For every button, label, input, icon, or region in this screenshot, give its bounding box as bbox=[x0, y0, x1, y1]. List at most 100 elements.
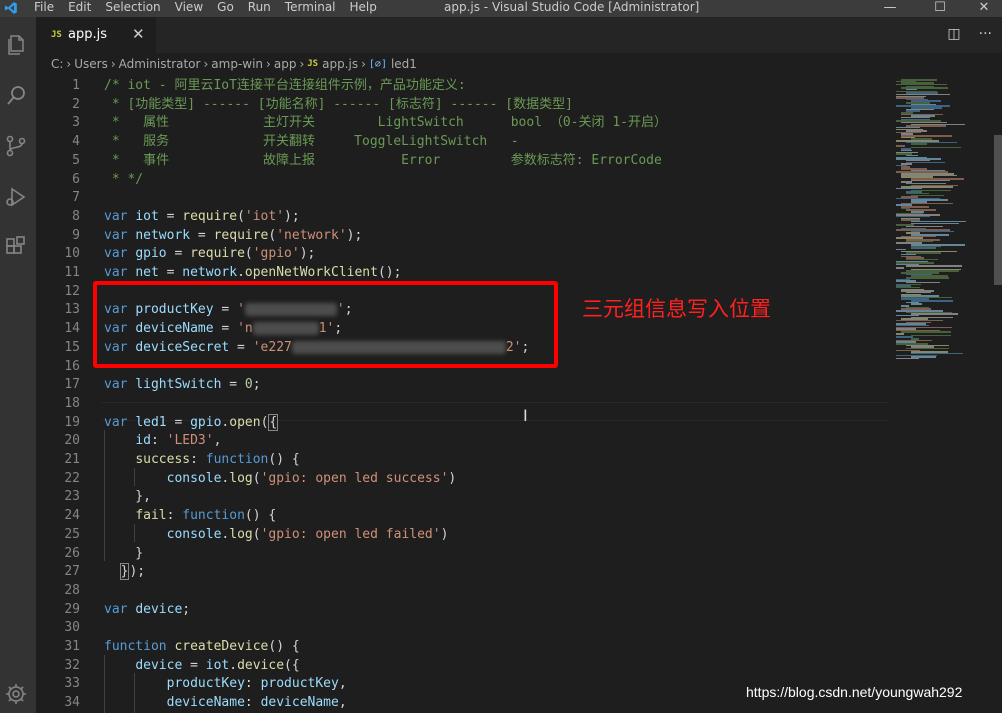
activity-bar bbox=[0, 17, 36, 713]
code-line[interactable]: 7 bbox=[36, 189, 892, 208]
code-line[interactable]: 26 } bbox=[36, 545, 892, 564]
minimap-line bbox=[911, 247, 936, 249]
code-token: * 服务 开关翻转 ToggleLightSwitch - bbox=[104, 134, 519, 150]
menu-file[interactable]: File bbox=[34, 0, 68, 17]
breadcrumb-amp-win[interactable]: amp-win bbox=[211, 57, 263, 71]
scrollbar-thumb[interactable] bbox=[994, 135, 1002, 285]
code-token: createDevice bbox=[174, 639, 269, 654]
breadcrumb-users[interactable]: Users bbox=[74, 57, 108, 71]
code-line[interactable]: 19 var led1 = gpio.open({ bbox=[36, 413, 892, 433]
code-token: () { bbox=[268, 639, 300, 654]
code-token: console bbox=[166, 470, 222, 486]
code-token: require bbox=[190, 246, 245, 262]
manage-gear-icon[interactable] bbox=[4, 682, 28, 706]
line-number: 10 bbox=[64, 246, 80, 262]
code-line[interactable]: 17 var lightSwitch = 0; bbox=[36, 376, 892, 395]
minimap-line bbox=[896, 333, 904, 335]
menu-edit[interactable]: Edit bbox=[68, 0, 105, 17]
code-token: lightSwitch bbox=[135, 377, 222, 393]
code-line[interactable]: 28 bbox=[36, 582, 892, 601]
code-line[interactable]: 31 function createDevice() { bbox=[36, 638, 892, 657]
menu-view[interactable]: View bbox=[175, 0, 217, 17]
breadcrumb-drive[interactable]: C: bbox=[51, 57, 63, 71]
code-token: = bbox=[221, 377, 245, 393]
code-token: openNetWorkClient bbox=[244, 265, 378, 280]
menu-terminal[interactable]: Terminal bbox=[285, 0, 350, 17]
code-line[interactable]: 29 var device; bbox=[36, 601, 892, 620]
code-line[interactable]: 18 bbox=[36, 395, 892, 414]
breadcrumb-administrator[interactable]: Administrator bbox=[119, 57, 201, 71]
code-line[interactable]: 1 /* iot - 阿里云IoT连接平台连接组件示例，产品功能定义: bbox=[36, 77, 892, 96]
code-token: . bbox=[229, 657, 238, 673]
code-token: log bbox=[229, 470, 253, 486]
vertical-scrollbar[interactable] bbox=[992, 75, 1002, 713]
close-window-button[interactable]: ✕ bbox=[960, 0, 1002, 17]
code-line[interactable]: 9 var network = require('network'); bbox=[36, 227, 892, 246]
menu-help[interactable]: Help bbox=[350, 0, 391, 17]
code-token: ( bbox=[252, 470, 261, 486]
breadcrumb-app[interactable]: app bbox=[274, 57, 297, 71]
code-line[interactable]: 4 * 服务 开关翻转 ToggleLightSwitch - bbox=[36, 133, 892, 152]
line-number: 12 bbox=[64, 283, 80, 299]
split-editor-icon[interactable]: ◫ bbox=[947, 26, 960, 42]
code-token: : bbox=[190, 452, 206, 467]
minimize-button[interactable]: — bbox=[866, 0, 914, 17]
tab-close-icon[interactable]: ✕ bbox=[132, 25, 145, 43]
code-line[interactable]: 30 bbox=[36, 619, 892, 638]
code-token: ) bbox=[448, 470, 457, 486]
code-text: function createDevice() { bbox=[104, 638, 300, 657]
code-editor[interactable]: I 1/* iot - 阿里云IoT连接平台连接组件示例，产品功能定义: 2 * … bbox=[36, 75, 892, 713]
code-token: require bbox=[182, 208, 238, 224]
line-number: 9 bbox=[72, 227, 80, 243]
menu-run[interactable]: Run bbox=[248, 0, 285, 17]
code-line[interactable]: 21 success: function() { bbox=[36, 451, 892, 470]
extensions-icon[interactable] bbox=[4, 235, 28, 259]
code-line[interactable]: 27 }); bbox=[36, 563, 892, 582]
minimap-line bbox=[896, 267, 904, 269]
minimap-line bbox=[911, 179, 950, 182]
search-icon[interactable] bbox=[4, 84, 28, 108]
tab-app-js[interactable]: JS app.js ✕ bbox=[36, 17, 156, 53]
code-line[interactable]: 23 }, bbox=[36, 488, 892, 507]
line-number: 27 bbox=[64, 564, 80, 580]
minimap[interactable] bbox=[892, 75, 988, 713]
code-line[interactable]: 22 console.log('gpio: open led success') bbox=[36, 470, 892, 489]
source-control-icon[interactable] bbox=[4, 134, 28, 158]
line-number: 33 bbox=[64, 676, 80, 692]
code-token: * 属性 主灯开关 LightSwitch bool （0-关闭 1-开启） bbox=[104, 115, 667, 131]
code-line[interactable]: 8 var iot = require('iot'); bbox=[36, 208, 892, 227]
breadcrumb-symbol[interactable]: led1 bbox=[391, 57, 417, 71]
code-line[interactable]: 11 var net = network.openNetWorkClient(); bbox=[36, 264, 892, 283]
code-line[interactable]: 5 * 事件 故障上报 Error 参数标志符: ErrorCode bbox=[36, 152, 892, 171]
vscode-logo-icon bbox=[4, 2, 17, 14]
code-text: var iot = require('iot'); bbox=[104, 208, 300, 227]
line-number: 18 bbox=[64, 395, 80, 411]
code-line[interactable]: 3 * 属性 主灯开关 LightSwitch bool （0-关闭 1-开启） bbox=[36, 114, 892, 133]
breadcrumb-file[interactable]: app.js bbox=[322, 57, 358, 71]
menu-selection[interactable]: Selection bbox=[105, 0, 174, 17]
chevron-right-icon: › bbox=[361, 57, 366, 71]
code-token: net bbox=[135, 265, 159, 280]
code-token: log bbox=[229, 526, 253, 542]
code-text: id: 'LED3', bbox=[104, 432, 221, 451]
code-line[interactable]: 32 device = iot.device({ bbox=[36, 657, 892, 676]
chevron-right-icon: › bbox=[66, 57, 72, 71]
code-line[interactable]: 20 id: 'LED3', bbox=[36, 432, 892, 451]
code-text: var network = require('network'); bbox=[104, 227, 362, 246]
code-line[interactable]: 25 console.log('gpio: open led failed') bbox=[36, 526, 892, 545]
code-line[interactable]: 6 * */ bbox=[36, 171, 892, 190]
code-line[interactable]: 2 * [功能类型] ------ [功能名称] ------ [标志符] --… bbox=[36, 96, 892, 115]
explorer-icon[interactable] bbox=[4, 33, 28, 57]
maximize-button[interactable]: ☐ bbox=[916, 0, 964, 17]
code-line[interactable]: 24 fail: function() { bbox=[36, 507, 892, 526]
run-debug-icon[interactable] bbox=[4, 185, 28, 209]
code-token: console bbox=[166, 526, 222, 542]
code-line[interactable]: 10 var gpio = require('gpio'); bbox=[36, 245, 892, 264]
more-actions-icon[interactable]: ··· bbox=[979, 26, 992, 42]
menu-go[interactable]: Go bbox=[217, 0, 248, 17]
code-token: var bbox=[104, 208, 136, 224]
code-token: var bbox=[104, 377, 136, 393]
code-token: (); bbox=[377, 265, 402, 280]
